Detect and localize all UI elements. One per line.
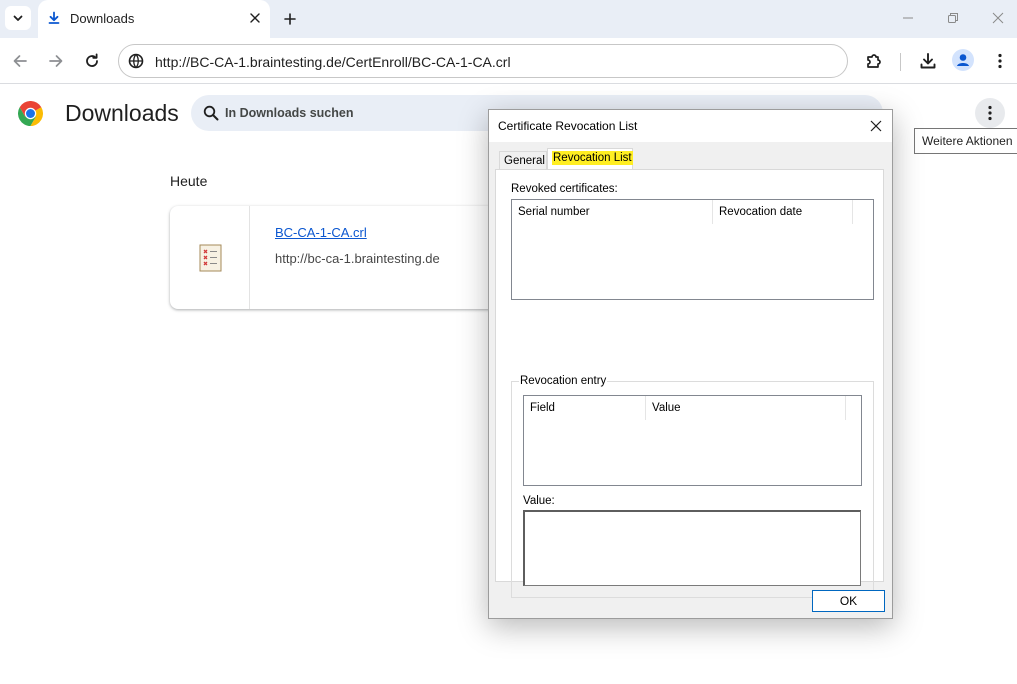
tab-revocation-list[interactable]: Revocation List: [547, 148, 633, 170]
value-label: Value:: [523, 495, 555, 507]
download-file-link[interactable]: BC-CA-1-CA.crl: [275, 225, 367, 240]
extensions-icon: [867, 54, 881, 68]
toolbar: http://BC-CA-1.braintesting.de/CertEnrol…: [0, 38, 1017, 84]
revocation-list-panel: Revoked certificates: Serial number Revo…: [495, 169, 884, 598]
file-icon: [199, 244, 222, 272]
restore-icon: [948, 13, 958, 23]
new-tab-button[interactable]: [279, 8, 301, 30]
forward-button[interactable]: [45, 50, 67, 72]
forward-icon: [49, 55, 63, 67]
extensions-button[interactable]: [862, 49, 886, 73]
more-actions-button[interactable]: [975, 98, 1005, 128]
back-icon: [13, 55, 27, 67]
value-textbox[interactable]: [523, 510, 861, 586]
entry-list-header: Field Value: [524, 396, 861, 420]
restore-button[interactable]: [941, 8, 965, 28]
chevron-down-icon: [13, 15, 23, 21]
reload-icon: [86, 53, 98, 67]
profile-icon: [957, 54, 969, 66]
download-icon: [48, 11, 60, 24]
revoked-list-header: Serial number Revocation date: [512, 200, 873, 224]
ok-button[interactable]: OK: [812, 590, 885, 612]
chrome-logo: [18, 101, 43, 126]
download-item: BC-CA-1-CA.crl http://bc-ca-1.braintesti…: [170, 206, 500, 309]
revocation-entry-group: Revocation entry Field Value Value:: [511, 375, 874, 598]
close-icon: [992, 12, 1004, 24]
tab-search-button[interactable]: [5, 6, 31, 30]
download-item-icon-area: [170, 206, 250, 309]
revocation-entry-label: Revocation entry: [519, 375, 608, 387]
browser-menu-button[interactable]: [988, 49, 1012, 73]
window-close-button[interactable]: [986, 8, 1010, 28]
more-vert-icon: [998, 53, 1002, 69]
search-icon: [203, 105, 219, 121]
crl-dialog: Certificate Revocation List General Revo…: [488, 109, 893, 619]
plus-icon: [284, 13, 296, 25]
column-revocation-date[interactable]: Revocation date: [713, 200, 853, 224]
more-actions-tooltip: Weitere Aktionen: [914, 128, 1017, 154]
toolbar-separator: [900, 53, 901, 71]
dialog-title: Certificate Revocation List: [498, 119, 638, 133]
address-bar[interactable]: http://BC-CA-1.braintesting.de/CertEnrol…: [118, 44, 848, 78]
site-info-icon: [128, 53, 144, 69]
download-source-url: http://bc-ca-1.braintesting.de: [275, 251, 440, 266]
column-field[interactable]: Field: [524, 396, 646, 420]
downloads-search-input[interactable]: [225, 104, 505, 122]
close-icon: [250, 13, 260, 23]
tab-strip: Downloads: [0, 0, 1017, 38]
date-section-label: Heute: [170, 173, 208, 189]
reload-button[interactable]: [81, 50, 103, 72]
back-button[interactable]: [9, 50, 31, 72]
minimize-icon: [903, 17, 913, 19]
tab-close-button[interactable]: [246, 9, 264, 27]
revoked-certificates-label: Revoked certificates:: [511, 183, 618, 195]
more-vert-icon: [988, 105, 992, 121]
close-icon: [870, 120, 882, 132]
minimize-button[interactable]: [896, 8, 920, 28]
column-value[interactable]: Value: [646, 396, 846, 420]
column-serial-number[interactable]: Serial number: [512, 200, 713, 224]
address-url[interactable]: http://BC-CA-1.braintesting.de/CertEnrol…: [155, 54, 511, 70]
dialog-close-button[interactable]: [867, 117, 885, 135]
dialog-titlebar[interactable]: Certificate Revocation List: [489, 110, 892, 142]
page-title: Downloads: [65, 100, 179, 126]
profile-button[interactable]: [952, 49, 974, 71]
tab-title: Downloads: [70, 11, 135, 26]
tab-downloads[interactable]: Downloads: [38, 0, 270, 38]
downloads-button[interactable]: [916, 49, 940, 73]
revoked-certificates-list[interactable]: Serial number Revocation date: [511, 199, 874, 300]
download-icon: [920, 53, 936, 69]
revocation-entry-list[interactable]: Field Value: [523, 395, 862, 486]
tab-general[interactable]: General: [499, 151, 547, 170]
